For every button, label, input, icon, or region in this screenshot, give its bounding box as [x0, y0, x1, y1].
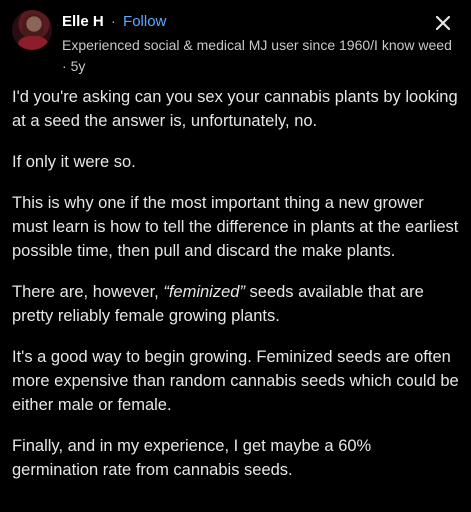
close-icon	[435, 15, 451, 31]
avatar[interactable]	[12, 10, 52, 50]
name-separator: ·	[110, 13, 116, 30]
answer-header: Elle H · Follow Experienced social & med…	[0, 0, 471, 80]
follow-button[interactable]: Follow	[123, 13, 166, 30]
close-button[interactable]	[432, 12, 454, 34]
paragraph-4-start: There are, however,	[12, 283, 164, 301]
feminized-emphasis: “feminized”	[163, 283, 245, 301]
paragraph-2: If only it were so.	[12, 153, 136, 171]
paragraph-3: This is why one if the most important th…	[12, 194, 459, 260]
paragraph-4: There are, however, “feminized” seeds av…	[12, 280, 460, 328]
post-age[interactable]: 5y	[71, 58, 86, 74]
paragraph-6: Finally, and in my experience, I get may…	[12, 437, 372, 479]
author-meta: Experienced social & medical MJ user sin…	[62, 35, 454, 77]
author-credential[interactable]: Experienced social & medical MJ user sin…	[62, 37, 452, 53]
author-line: Elle H · Follow	[62, 12, 166, 32]
author-name[interactable]: Elle H	[62, 13, 104, 30]
age-separator: ·	[62, 58, 67, 74]
paragraph-1: I'd you're asking can you sex your canna…	[12, 88, 458, 130]
answer-body: I'd you're asking can you sex your canna…	[12, 85, 460, 499]
avatar-dress	[18, 36, 48, 50]
paragraph-5: It's a good way to begin growing. Femini…	[12, 348, 459, 414]
